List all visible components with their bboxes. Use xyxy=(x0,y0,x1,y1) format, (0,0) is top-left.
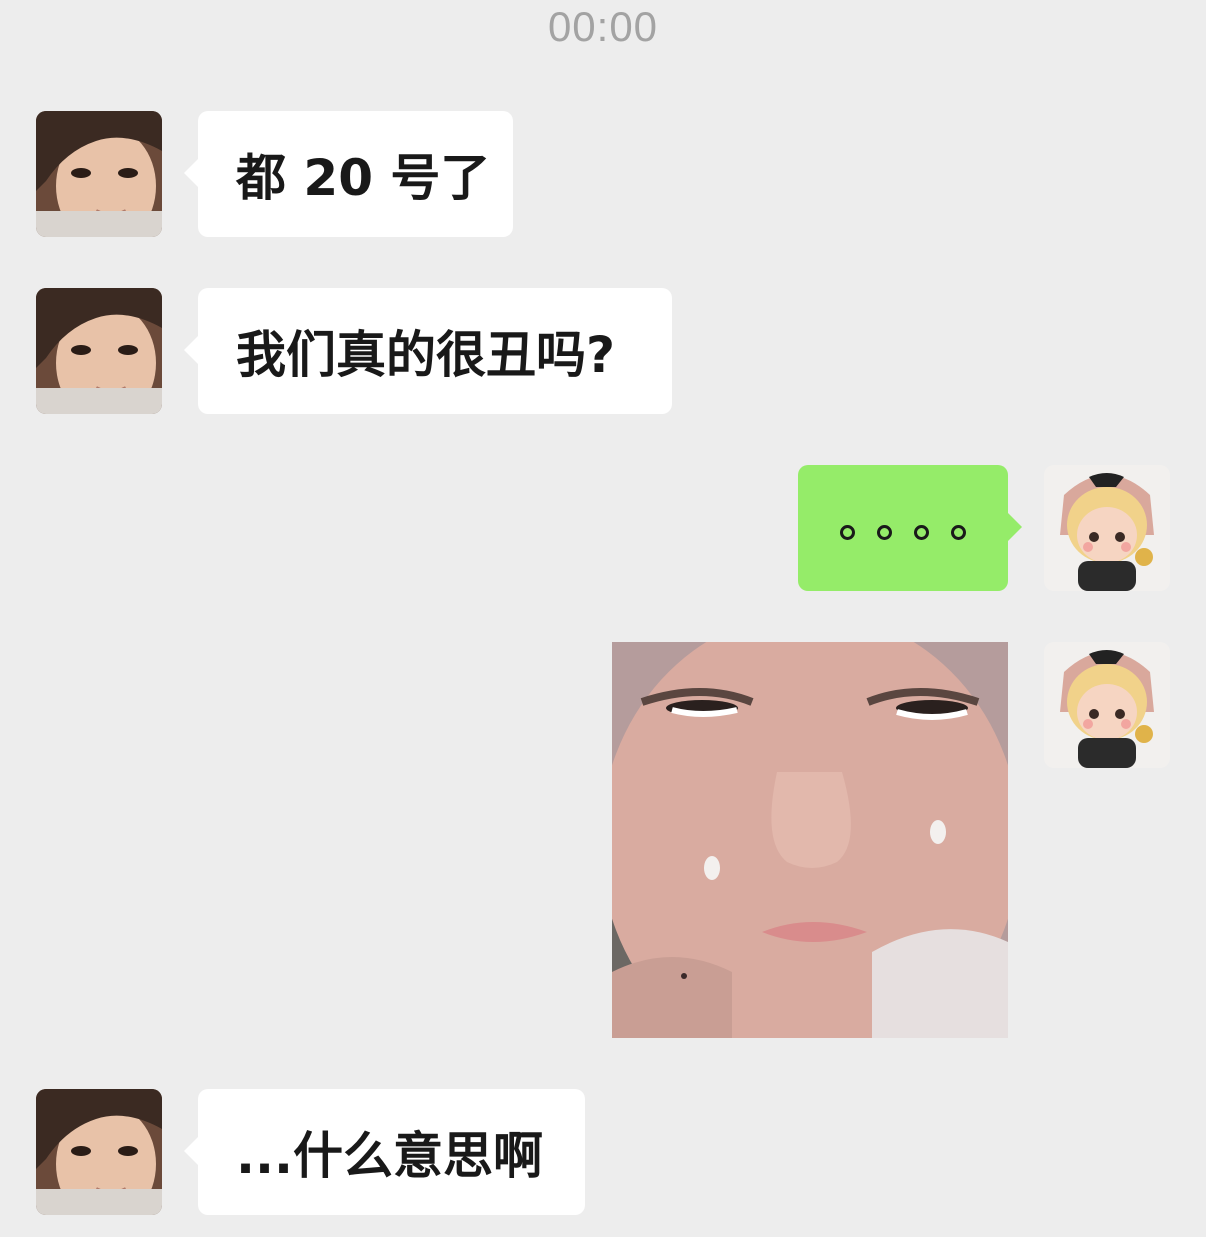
message-bubble-incoming[interactable]: 我们真的很丑吗? xyxy=(184,288,672,414)
dot-icon xyxy=(914,524,929,540)
message-text: 都 20 号了 xyxy=(236,149,491,207)
contact-avatar[interactable] xyxy=(36,288,162,414)
ellipsis-dots xyxy=(840,524,966,540)
doll-figure-avatar-icon xyxy=(1044,642,1170,768)
sticker-image-crying-face[interactable] xyxy=(612,642,1008,1038)
message-bubble-outgoing[interactable] xyxy=(798,465,1022,591)
contact-avatar[interactable] xyxy=(36,111,162,237)
girl-photo-avatar-icon xyxy=(36,288,162,414)
dot-icon xyxy=(840,524,855,540)
message-bubble-incoming[interactable]: 都 20 号了 xyxy=(184,111,513,237)
message-text: ...什么意思啊 xyxy=(236,1127,543,1185)
crying-face-image xyxy=(612,642,1008,1038)
dot-icon xyxy=(951,524,966,540)
message-bubble-incoming[interactable]: ...什么意思啊 xyxy=(184,1089,585,1215)
doll-figure-avatar-icon xyxy=(1044,465,1170,591)
self-avatar[interactable] xyxy=(1044,642,1170,768)
dot-icon xyxy=(877,524,892,540)
chat-timestamp: 00:00 xyxy=(547,3,659,50)
girl-photo-avatar-icon xyxy=(36,111,162,237)
message-text: 我们真的很丑吗? xyxy=(236,326,616,384)
self-avatar[interactable] xyxy=(1044,465,1170,591)
contact-avatar[interactable] xyxy=(36,1089,162,1215)
girl-photo-avatar-icon xyxy=(36,1089,162,1215)
